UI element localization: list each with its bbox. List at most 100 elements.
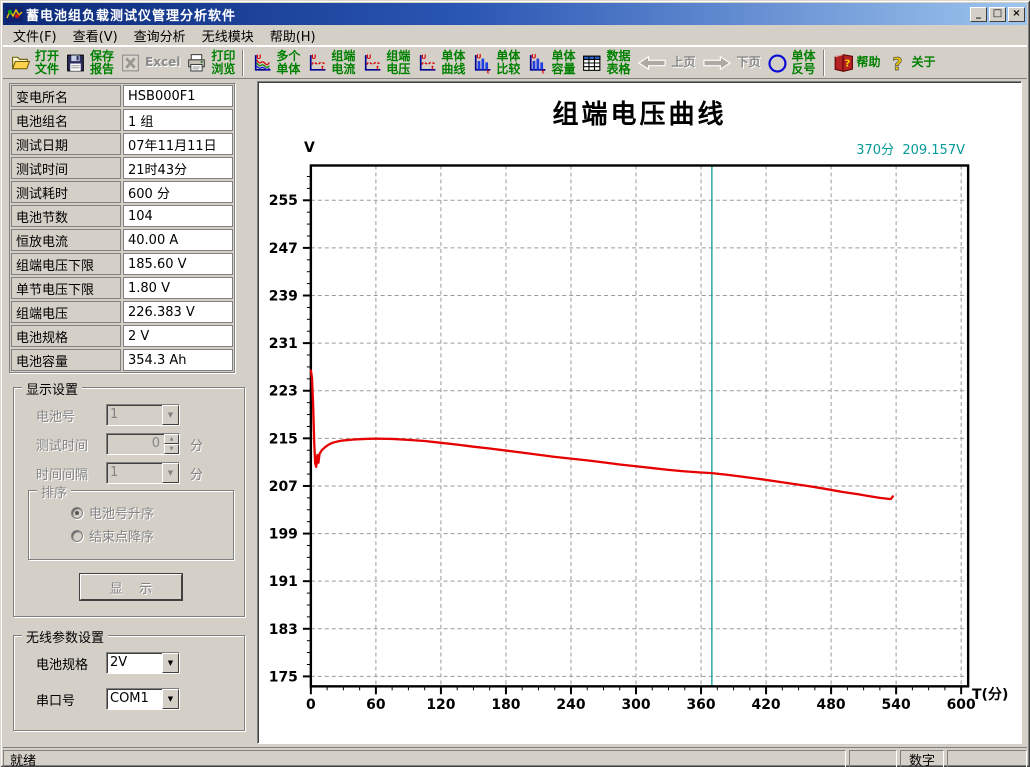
table-row: 电池容量354.3 Ah (10, 348, 234, 372)
window-title: 蓄电池组负载测试仪管理分析软件 (26, 5, 968, 24)
save-icon (65, 52, 87, 74)
toolbar-label: 单体 (792, 50, 816, 63)
battery-no-select: 1 ▼ (106, 404, 180, 426)
toolbar-button-open-file[interactable]: 打开文件 (7, 48, 62, 78)
toolbar-label: 帮助 (857, 56, 881, 69)
chevron-down-icon: ▼ (162, 405, 179, 425)
toolbar-label: 浏览 (211, 63, 235, 76)
toolbar-label: Excel (145, 56, 180, 69)
bars-icon: Ut (471, 52, 493, 74)
toolbar-button-save-report[interactable]: 保存报告 (62, 48, 117, 78)
toolbar-separator (823, 50, 825, 76)
toolbar-button-cell-compare[interactable]: Ut单体比较 (468, 48, 523, 78)
svg-text:255: 255 (269, 193, 298, 209)
info-label: 电池组名 (11, 109, 121, 131)
svg-text:540: 540 (882, 697, 911, 713)
excel-icon (120, 52, 142, 74)
spin-down-icon: ▼ (164, 444, 179, 454)
com-port-select[interactable]: COM1 ▼ (106, 688, 180, 710)
interval-label: 时间间隔 (24, 464, 106, 483)
radio-unchecked-icon (71, 530, 83, 542)
menu-query[interactable]: 查询分析 (126, 24, 194, 47)
svg-text:247: 247 (269, 241, 298, 257)
toolbar-button-next-page: 下页 (698, 48, 763, 78)
toolbar: 打开文件保存报告Excel打印浏览U多个单体Ut组端电流Ut组端电压Ut单体曲线… (3, 46, 1027, 79)
toolbar-button-cell-capacity[interactable]: Ut单体容量 (523, 48, 578, 78)
toolbar-label: 文件 (35, 63, 59, 76)
menu-help[interactable]: 帮助(H) (262, 24, 324, 47)
toolbar-label: 单体 (276, 63, 300, 76)
cursor-time: 370分 (856, 143, 894, 158)
maximize-button[interactable]: □ (989, 7, 1006, 22)
svg-text:231: 231 (269, 336, 298, 352)
info-label: 电池容量 (11, 349, 121, 371)
info-value: 40.00 A (123, 229, 233, 251)
svg-text:360: 360 (686, 697, 715, 713)
svg-text:180: 180 (491, 697, 520, 713)
svg-text:t: t (432, 65, 435, 71)
menu-view[interactable]: 查看(V) (65, 24, 126, 47)
svg-text:t: t (487, 69, 490, 74)
table-row: 组端电压226.383 V (10, 300, 234, 324)
info-value: 600 分 (123, 181, 233, 203)
toolbar-button-cell-curve[interactable]: Ut单体曲线 (413, 48, 468, 78)
toolbar-button-help[interactable]: ? 帮助 (829, 48, 884, 78)
curve-icon: Ut (361, 52, 383, 74)
svg-text:199: 199 (269, 527, 298, 543)
toolbar-button-data-table[interactable]: 数据表格 (578, 48, 633, 78)
svg-text:183: 183 (269, 622, 298, 638)
battery-spec-select[interactable]: 2V ▼ (106, 652, 180, 674)
multi-curve-icon: U (251, 52, 273, 74)
table-row: 电池节数104 (10, 204, 234, 228)
toolbar-label: 电流 (331, 63, 355, 76)
arrow-left-icon (636, 53, 668, 73)
toolbar-button-group-voltage[interactable]: Ut组端电压 (358, 48, 413, 78)
chevron-down-icon: ▼ (162, 463, 179, 483)
client-area: 变电所名HSB000F1电池组名1 组测试日期07年11月11日测试时间21时4… (3, 79, 1027, 746)
toolbar-button-about[interactable]: ?关于 (884, 48, 939, 78)
svg-text:t: t (542, 69, 545, 74)
toolbar-label: 打开 (35, 50, 59, 63)
status-pane-1 (849, 750, 897, 767)
toolbar-button-cell-invert[interactable]: 单体反号 (764, 48, 819, 78)
info-label: 组端电压下限 (11, 253, 121, 275)
svg-text:?: ? (844, 58, 850, 69)
toolbar-label: 组端 (331, 50, 355, 63)
table-row: 测试时间21时43分 (10, 156, 234, 180)
cursor-value: 209.157V (902, 143, 965, 158)
toolbar-button-group-current[interactable]: Ut组端电流 (303, 48, 358, 78)
svg-text:U: U (257, 53, 262, 60)
sort-descending-option: 结束点降序 (71, 526, 229, 545)
interval-unit: 分 (190, 464, 203, 483)
com-port-label: 串口号 (24, 690, 106, 709)
table-icon (581, 52, 603, 74)
svg-text:480: 480 (817, 697, 846, 713)
menu-wireless[interactable]: 无线模块 (194, 24, 262, 47)
info-label: 恒放电流 (11, 229, 121, 251)
toolbar-label: 单体 (496, 50, 520, 63)
toolbar-label: 表格 (606, 63, 630, 76)
toolbar-label: 保存 (90, 50, 114, 63)
info-label: 电池节数 (11, 205, 121, 227)
printer-icon (186, 52, 208, 74)
arrow-right-icon (701, 53, 733, 73)
status-ready: 就绪 (3, 750, 846, 767)
toolbar-label: 数据 (606, 50, 630, 63)
toolbar-button-multi-cell[interactable]: U多个单体 (248, 48, 303, 78)
table-row: 变电所名HSB000F1 (10, 84, 234, 108)
table-row: 单节电压下限1.80 V (10, 276, 234, 300)
svg-text:239: 239 (269, 288, 298, 304)
x-axis-label: T(分) (972, 684, 1008, 704)
menu-file[interactable]: 文件(F) (5, 24, 65, 47)
sort-group-title: 排序 (37, 482, 71, 501)
svg-text:191: 191 (269, 574, 298, 590)
close-button[interactable]: × (1008, 7, 1025, 22)
display-settings-title: 显示设置 (22, 379, 82, 398)
toolbar-label: 单体 (441, 50, 465, 63)
svg-text:120: 120 (426, 697, 455, 713)
minimize-button[interactable]: _ (970, 7, 987, 22)
chart-plot[interactable]: 2552472392312232152071991911831750601201… (258, 82, 1021, 743)
table-row: 电池规格2 V (10, 324, 234, 348)
info-value: 104 (123, 205, 233, 227)
toolbar-button-print-preview[interactable]: 打印浏览 (183, 48, 238, 78)
